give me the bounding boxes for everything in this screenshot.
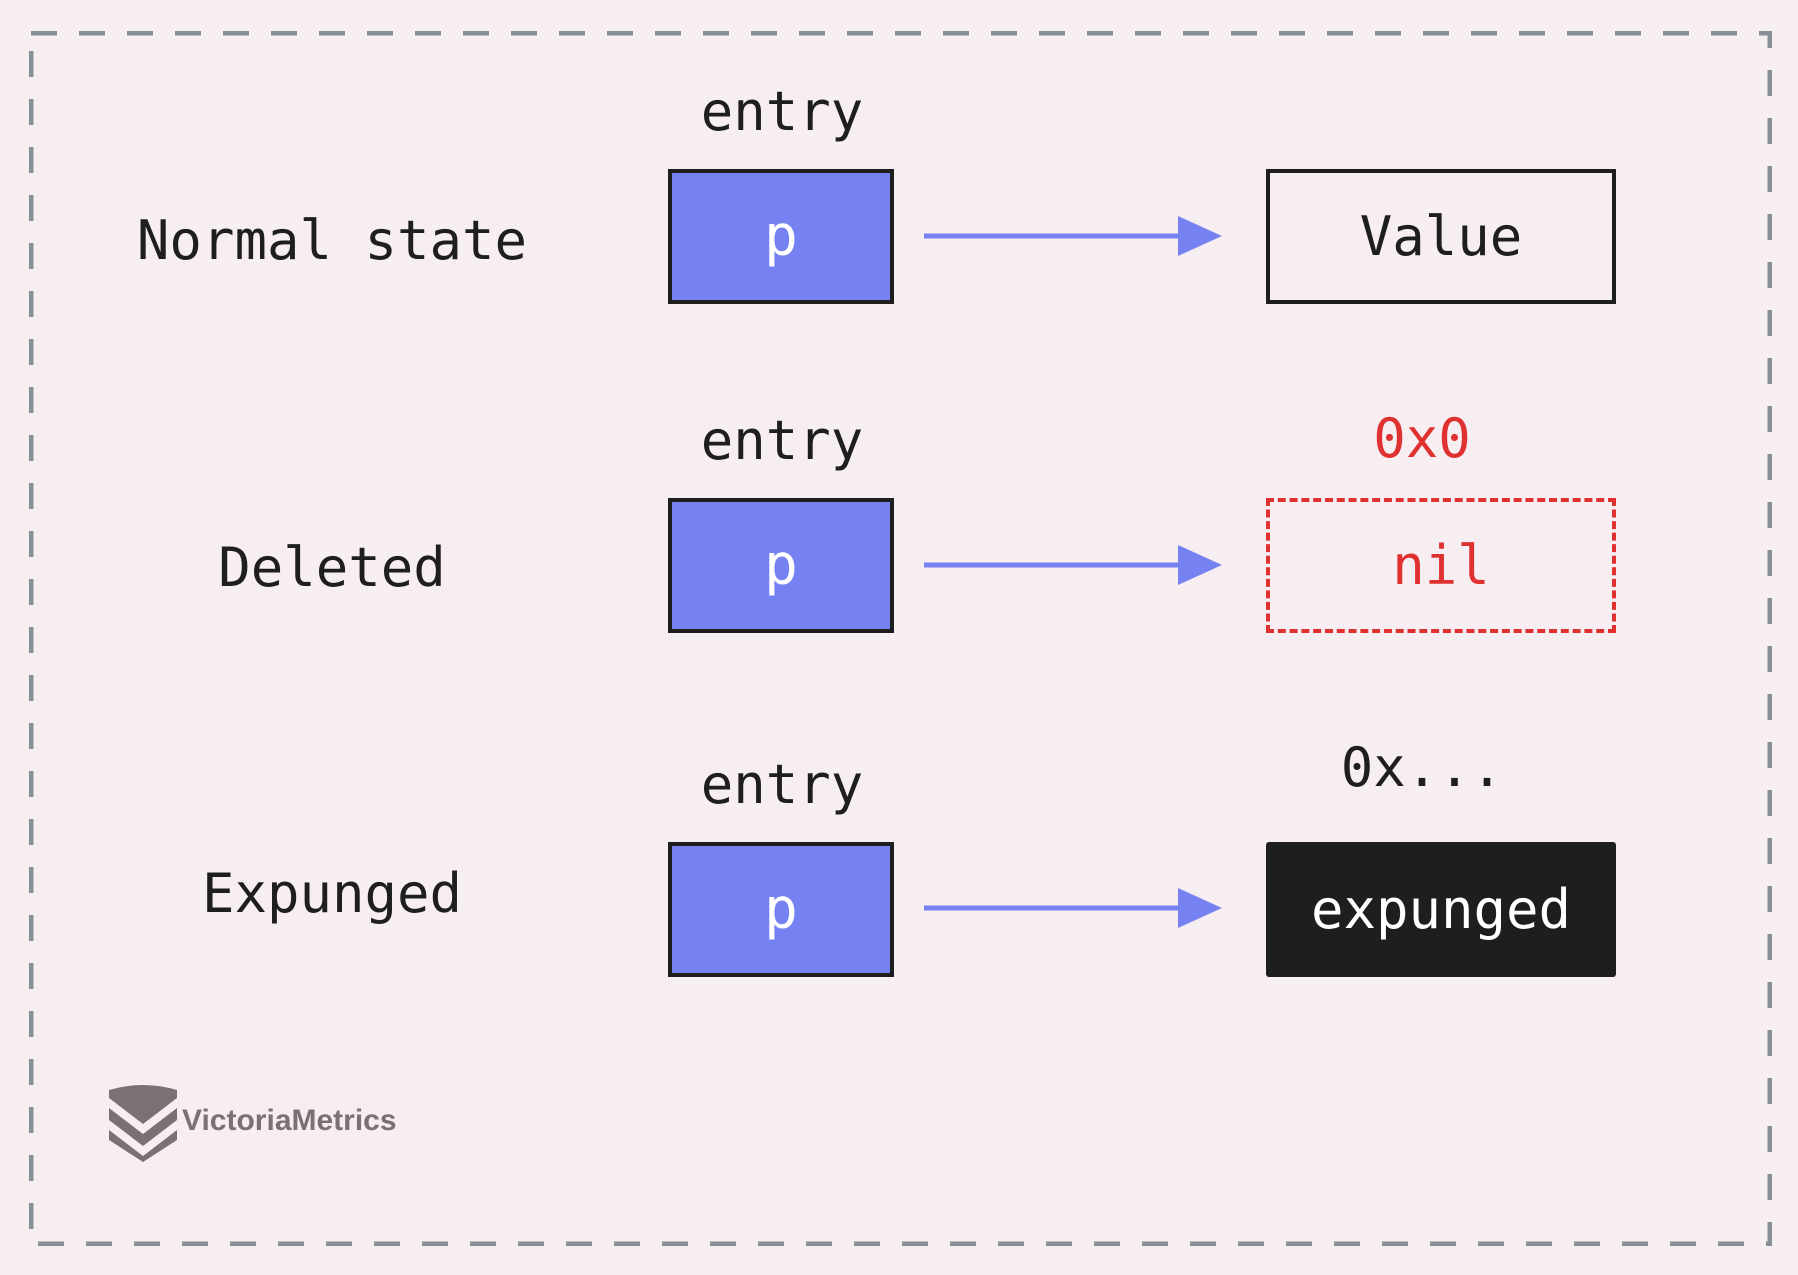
expunged-box: expunged [1266, 842, 1616, 977]
pointer-label: p [764, 533, 798, 598]
entry-label: entry [700, 753, 864, 816]
value-box: Value [1266, 169, 1616, 304]
nil-box: nil [1266, 498, 1616, 633]
pointer-box: p [668, 498, 894, 633]
victoriametrics-logo-icon [109, 1085, 177, 1162]
logo-text: VictoriaMetrics [182, 1104, 397, 1137]
pointer-label: p [764, 204, 798, 269]
pointer-label: p [764, 877, 798, 942]
arrow-icon [924, 888, 1222, 928]
value-label: Value [1359, 205, 1523, 268]
state-label-expunged: Expunged [201, 862, 463, 925]
arrow-icon [924, 545, 1222, 585]
pointer-box: p [668, 842, 894, 977]
address-label: 0x0 [1373, 407, 1471, 470]
entry-label: entry [700, 409, 864, 472]
arrow-icon [924, 216, 1222, 256]
state-label-normal: Normal state [136, 209, 528, 272]
pointer-box: p [668, 169, 894, 304]
state-label-deleted: Deleted [218, 536, 446, 599]
entry-label: entry [700, 80, 864, 143]
address-label: 0x... [1340, 736, 1504, 799]
nil-label: nil [1392, 534, 1490, 597]
expunged-label: expunged [1310, 878, 1572, 941]
